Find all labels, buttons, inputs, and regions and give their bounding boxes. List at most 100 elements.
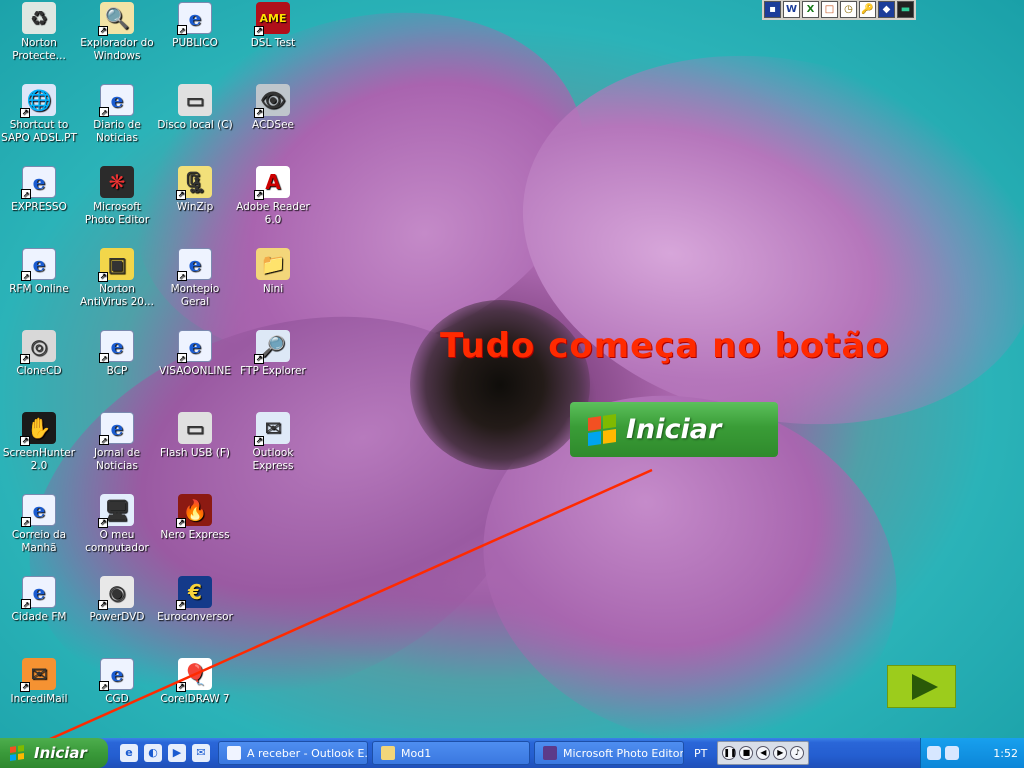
desktop-icon[interactable]: e ↗ Correio da Manhã	[0, 494, 78, 555]
excel-icon[interactable]: X	[802, 1, 819, 18]
adobe-icon: A ↗	[254, 166, 290, 200]
shortcut-arrow-icon: ↗	[254, 436, 264, 446]
desktop-icon-label: Microsoft Photo Editor	[84, 201, 150, 226]
desktop-icon[interactable]: e ↗ CGD	[78, 658, 156, 706]
internet-explorer-icon[interactable]: e	[120, 744, 138, 762]
windows-logo-icon	[588, 413, 616, 446]
desktop-icon[interactable]: ▭ Disco local (C)	[156, 84, 234, 132]
hand-icon: ✋ ↗	[20, 412, 56, 446]
shortcut-arrow-icon: ↗	[254, 108, 264, 118]
desktop-icon[interactable]: ▭ Flash USB (F)	[156, 412, 234, 460]
shortcut-arrow-icon: ↗	[177, 353, 187, 363]
ftp-icon: 🔎 ↗	[254, 330, 290, 364]
desktop-icon-label: CloneCD	[16, 365, 62, 377]
desktop-icon-label: BCP	[106, 365, 128, 377]
shortcut-arrow-icon: ↗	[254, 354, 264, 364]
desktop-icon[interactable]: ▣ ↗ Norton AntiVirus 20...	[78, 248, 156, 309]
key-icon[interactable]: 🔑	[859, 1, 876, 18]
desktop-icon-label: FTP Explorer	[240, 365, 306, 377]
desktop-icon-label: PowerDVD	[89, 611, 145, 623]
dvd-icon: ◉ ↗	[98, 576, 134, 610]
office-bar-icon[interactable]: ▪	[764, 1, 781, 18]
desktop-icon[interactable]: e ↗ Jornal de Noticias	[78, 412, 156, 473]
desktop-icon[interactable]: e ↗ BCP	[78, 330, 156, 378]
task-label: A receber - Outlook E...	[247, 746, 368, 760]
shortcut-arrow-icon: ↗	[99, 353, 109, 363]
language-indicator[interactable]: PT	[694, 747, 707, 760]
clock-icon[interactable]: ◷	[840, 1, 857, 18]
desktop-icon[interactable]: e ↗ PUBLICO	[156, 2, 234, 50]
desktop-icon-label: Adobe Reader 6.0	[236, 201, 310, 226]
outlook-icon[interactable]: ✉	[192, 744, 210, 762]
desktop-icon[interactable]: 🗜 ↗ WinZip	[156, 166, 234, 214]
ie-icon: e ↗	[177, 2, 212, 35]
desktop-icon[interactable]: 🎈 ↗ CorelDRAW 7	[156, 658, 234, 706]
desktop-icon[interactable]: ✉ ↗ Outlook Express	[234, 412, 312, 473]
ie-icon: e ↗	[177, 330, 212, 363]
shortcut-arrow-icon: ↗	[177, 271, 187, 281]
desktop-icon[interactable]: ◉ ↗ PowerDVD	[78, 576, 156, 624]
desktop-icon[interactable]: e ↗ EXPRESSO	[0, 166, 78, 214]
media-controls: ❚❚ ■ ◀ ▶ ♪	[717, 741, 810, 765]
desktop-icon-label: EXPRESSO	[11, 201, 67, 213]
desktop-icon[interactable]: 🔍 ↗ Explorador do Windows	[78, 2, 156, 63]
network-icon[interactable]	[927, 746, 941, 760]
shortcut-arrow-icon: ↗	[98, 600, 108, 610]
disk-icon: ▭	[178, 84, 212, 116]
shortcut-arrow-icon: ↗	[254, 26, 264, 36]
desktop-icon[interactable]: AME ↗ DSL Test	[234, 2, 312, 50]
desktop-icon[interactable]: e ↗ VISAOONLINE	[156, 330, 234, 378]
desktop-icon-label: Shortcut to SAPO ADSL.PT	[1, 119, 77, 144]
desktop-icon[interactable]: ✋ ↗ ScreenHunter 2.0	[0, 412, 78, 473]
shortcut-arrow-icon: ↗	[254, 190, 264, 200]
shortcut-arrow-icon: ↗	[21, 599, 31, 609]
desktop-icon[interactable]: 👁 ↗ ACDSee	[234, 84, 312, 132]
powerpoint-icon[interactable]: □	[821, 1, 838, 18]
desktop-icon[interactable]: ✉ ↗ IncrediMail	[0, 658, 78, 706]
desktop-icon[interactable]: e ↗ Diario de Noticias	[78, 84, 156, 145]
volume-icon[interactable]: ♪	[790, 746, 805, 760]
desktop-icon[interactable]: e ↗ Montepio Geral	[156, 248, 234, 309]
disk-icon: ▭	[178, 412, 212, 444]
ie-icon: e ↗	[21, 576, 56, 609]
ie-icon: e ↗	[99, 658, 134, 691]
task-outlook-express[interactable]: A receber - Outlook E...	[218, 741, 368, 765]
printer-icon[interactable]	[945, 746, 959, 760]
desktop-icon[interactable]: 🖥 ↗ O meu computador	[78, 494, 156, 555]
desktop-icon-label: WinZip	[176, 201, 214, 213]
desktop-icon[interactable]: 🔥 ↗ Nero Express	[156, 494, 234, 542]
pause-icon[interactable]: ❚❚	[722, 746, 737, 760]
desktop-icon[interactable]: e ↗ Cidade FM	[0, 576, 78, 624]
desktop-icon[interactable]: ◎ ↗ CloneCD	[0, 330, 78, 378]
shortcut-arrow-icon: ↗	[20, 354, 30, 364]
desktop-icon[interactable]: 📁 Nini	[234, 248, 312, 296]
photo-editor-icon	[543, 746, 557, 760]
diamond-icon[interactable]: ◆	[878, 1, 895, 18]
folder-icon: 📁	[256, 248, 290, 280]
stop-icon[interactable]: ■	[739, 746, 754, 760]
nero-icon: 🔥 ↗	[176, 494, 212, 528]
desktop-icon[interactable]: 🔎 ↗ FTP Explorer	[234, 330, 312, 378]
desktop-icon[interactable]: A ↗ Adobe Reader 6.0	[234, 166, 312, 227]
desktop-icon-label: Jornal de Noticias	[93, 447, 141, 472]
desktop-icon[interactable]: e ↗ RFM Online	[0, 248, 78, 296]
browser-icon[interactable]: ◐	[144, 744, 162, 762]
network-icon: 🌐 ↗	[20, 84, 56, 118]
start-button[interactable]: Iniciar	[0, 738, 108, 768]
task-photo-editor[interactable]: Microsoft Photo Editor	[534, 741, 684, 765]
shortcut-arrow-icon: ↗	[177, 25, 187, 35]
desktop-icon[interactable]: € ↗ Euroconversor	[156, 576, 234, 624]
task-mod1[interactable]: Mod1	[372, 741, 530, 765]
word-icon[interactable]: W	[783, 1, 800, 18]
monitor-icon[interactable]: ▬	[897, 1, 914, 18]
next-slide-button[interactable]	[887, 665, 956, 708]
desktop-icon-label: Correio da Manhã	[11, 529, 67, 554]
next-icon[interactable]: ▶	[773, 746, 788, 760]
folder-icon	[381, 746, 395, 760]
media-player-icon[interactable]: ▶	[168, 744, 186, 762]
previous-icon[interactable]: ◀	[756, 746, 771, 760]
desktop-icon[interactable]: ❋ Microsoft Photo Editor	[78, 166, 156, 227]
clock[interactable]: 1:52	[993, 747, 1018, 760]
desktop-icon[interactable]: ♻ Norton Protecte...	[0, 2, 78, 63]
desktop-icon[interactable]: 🌐 ↗ Shortcut to SAPO ADSL.PT	[0, 84, 78, 145]
